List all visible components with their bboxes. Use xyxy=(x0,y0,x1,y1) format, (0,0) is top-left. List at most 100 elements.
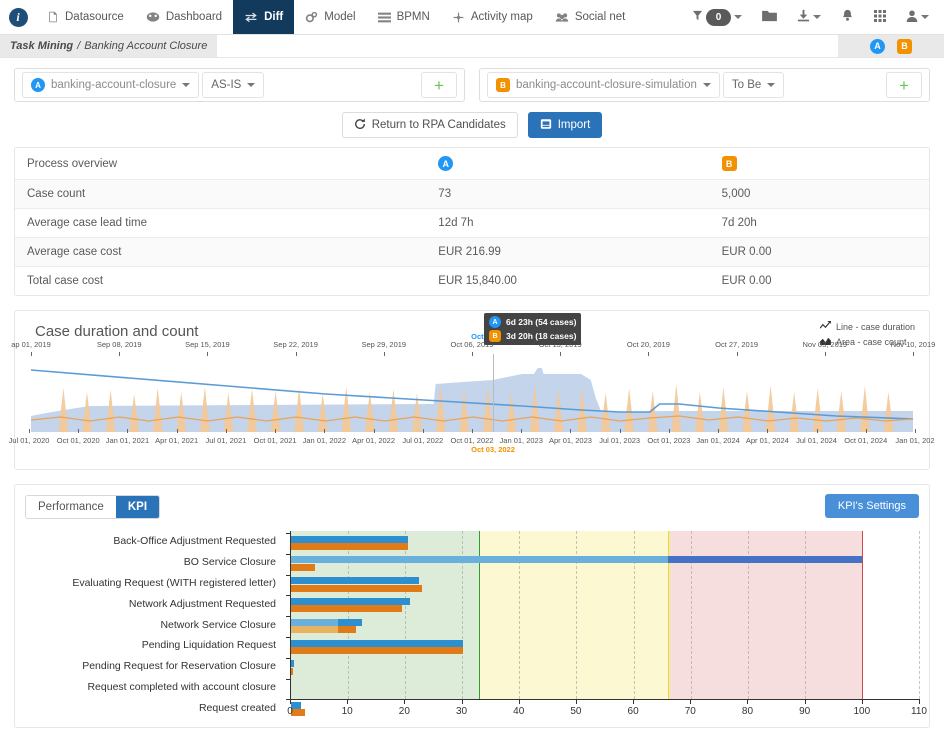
kpi-bar-a[interactable] xyxy=(291,577,420,585)
kpi-x-tick-label: 50 xyxy=(570,706,582,717)
row-value-a: 73 xyxy=(426,179,710,209)
kpi-y-tick xyxy=(286,657,291,659)
return-label: Return to RPA Candidates xyxy=(371,119,506,131)
nav-item-model[interactable]: Model xyxy=(294,0,366,34)
timeline-plot[interactable] xyxy=(30,354,914,432)
kpi-x-tick-label: 90 xyxy=(799,706,811,717)
chevron-down-icon xyxy=(247,83,256,87)
breadcrumb-root[interactable]: Task Mining xyxy=(10,40,73,52)
axis-tick xyxy=(915,429,916,433)
axis-tick-label: Oct 01, 2024 xyxy=(844,436,888,445)
axis-tick xyxy=(176,429,178,433)
folder-icon xyxy=(762,10,777,25)
axis-tick xyxy=(767,429,769,433)
file-icon xyxy=(47,11,59,23)
kpi-bar-segment[interactable] xyxy=(291,618,339,626)
apps-grid-button[interactable] xyxy=(865,0,895,34)
kpi-x-tick xyxy=(690,699,692,704)
axis-tick-label: Oct 01, 2022 xyxy=(450,436,494,445)
kpi-settings-button[interactable]: KPI's Settings xyxy=(824,494,919,518)
app-logo[interactable]: i xyxy=(0,0,36,34)
nav-item-social-net[interactable]: Social net xyxy=(544,0,637,34)
row-value-b: 7d 20h xyxy=(709,208,929,238)
column-header-a: A xyxy=(426,148,710,180)
axis-tick-label: Jan 01, 2023 xyxy=(499,436,543,445)
nav-item-datasource[interactable]: Datasource xyxy=(36,0,135,34)
axis-tick-label: Oct 01, 2021 xyxy=(253,436,297,445)
import-inbox-icon xyxy=(540,118,552,133)
add-dataset-b-button[interactable]: + xyxy=(886,72,922,98)
kpi-bar-b[interactable] xyxy=(291,543,409,550)
return-to-rpa-candidates-button[interactable]: Return to RPA Candidates xyxy=(341,112,518,138)
kpi-x-tick-label: 30 xyxy=(455,706,468,717)
dataset-selector-a: A banking-account-closure AS-IS + xyxy=(14,68,465,102)
nav-item-diff[interactable]: Diff xyxy=(233,0,295,34)
folder-button[interactable] xyxy=(753,0,786,34)
kpi-bar-b[interactable] xyxy=(291,667,294,675)
nav-item-dashboard[interactable]: Dashboard xyxy=(135,0,233,34)
timeline-series-svg xyxy=(30,368,914,432)
kpi-bar-a[interactable] xyxy=(291,535,409,543)
badge-b[interactable]: B xyxy=(897,38,912,54)
filter-button[interactable]: 0 xyxy=(683,0,751,34)
kpi-bar-b[interactable] xyxy=(291,584,422,592)
axis-tick-label: Oct 20, 2019 xyxy=(626,340,670,349)
axis-tick-label: Nov 10, 2019 xyxy=(890,340,936,349)
kpi-y-tick xyxy=(286,678,291,680)
nav-label: Datasource xyxy=(65,11,124,23)
axis-tick xyxy=(472,429,473,433)
kpi-x-tick-label: 70 xyxy=(684,706,696,717)
kpi-bar-a[interactable] xyxy=(291,660,294,668)
kpi-x-tick-label: 10 xyxy=(341,706,353,717)
table-row: Total case cost EUR 15,840.00 EUR 0.00 xyxy=(15,267,929,296)
kpi-bar-b[interactable] xyxy=(291,605,403,613)
dataset-selector-b: B banking-account-closure-simulation To … xyxy=(479,68,930,102)
add-dataset-a-button[interactable]: + xyxy=(421,72,457,98)
version-dropdown-b[interactable]: To Be xyxy=(722,72,785,98)
nav-item-activity-map[interactable]: Activity map xyxy=(441,0,544,34)
axis-tick-label: Sep 22, 2019 xyxy=(273,340,318,349)
badge-a: A xyxy=(31,78,45,92)
gears-icon xyxy=(305,11,318,24)
compare-badges: A B xyxy=(838,35,944,57)
version-dropdown-a[interactable]: AS-IS xyxy=(202,72,265,98)
axis-tick-label: Oct 27, 2019 xyxy=(715,340,759,349)
chevron-down-icon xyxy=(921,15,929,19)
nav-item-bpmn[interactable]: BPMN xyxy=(367,0,441,34)
dataset-selector-row: A banking-account-closure AS-IS + B bank… xyxy=(0,58,944,102)
nav-label: Diff xyxy=(264,11,284,23)
breadcrumb[interactable]: Task Mining / Banking Account Closure xyxy=(0,35,218,57)
user-menu-button[interactable] xyxy=(897,0,938,34)
row-label: Total case cost xyxy=(27,275,104,287)
dataset-dropdown-a[interactable]: A banking-account-closure xyxy=(22,72,200,98)
kpi-bar-b[interactable] xyxy=(291,563,315,571)
download-button[interactable] xyxy=(788,0,830,34)
diff-arrows-icon xyxy=(244,11,258,23)
dataset-dropdown-b[interactable]: B banking-account-closure-simulation xyxy=(487,72,720,98)
axis-tick xyxy=(324,429,326,433)
row-label: Average case cost xyxy=(15,237,427,267)
kpi-bar-segment[interactable] xyxy=(291,626,339,634)
kpi-bar-b[interactable] xyxy=(291,647,463,654)
kpi-plot-area[interactable] xyxy=(286,531,920,717)
chevron-down-icon xyxy=(813,15,821,19)
tab-kpi[interactable]: KPI xyxy=(115,496,160,518)
kpi-bar-segment[interactable] xyxy=(291,556,668,564)
axis-tick-label: Jan 01, 2022 xyxy=(302,436,347,445)
timeline-bottom-axis: Jul 01, 2020 Oct 01, 2020 Jan 01, 2021 Apr … xyxy=(9,429,935,454)
action-buttons: Return to RPA Candidates Import xyxy=(0,102,944,147)
table-row: Average case lead time 12d 7h 7d 20h xyxy=(15,208,929,238)
kpi-x-tick xyxy=(518,699,520,704)
import-button[interactable]: Import xyxy=(527,112,603,138)
kpi-bar-a[interactable] xyxy=(291,597,410,605)
kpi-category-label: BO Service Closure xyxy=(183,556,276,569)
nav-label: Model xyxy=(324,11,356,23)
notifications-button[interactable] xyxy=(832,0,863,34)
tab-performance[interactable]: Performance xyxy=(26,496,116,518)
kpi-bar-a[interactable] xyxy=(291,639,464,647)
case-duration-chart-card: Case duration and count Line - case dura… xyxy=(9,310,935,470)
badge-a[interactable]: A xyxy=(870,38,885,54)
row-label: Average case lead time xyxy=(15,208,427,238)
kpi-bar-segment[interactable] xyxy=(667,556,862,564)
kpi-category-label: Network Service Closure xyxy=(160,618,276,631)
